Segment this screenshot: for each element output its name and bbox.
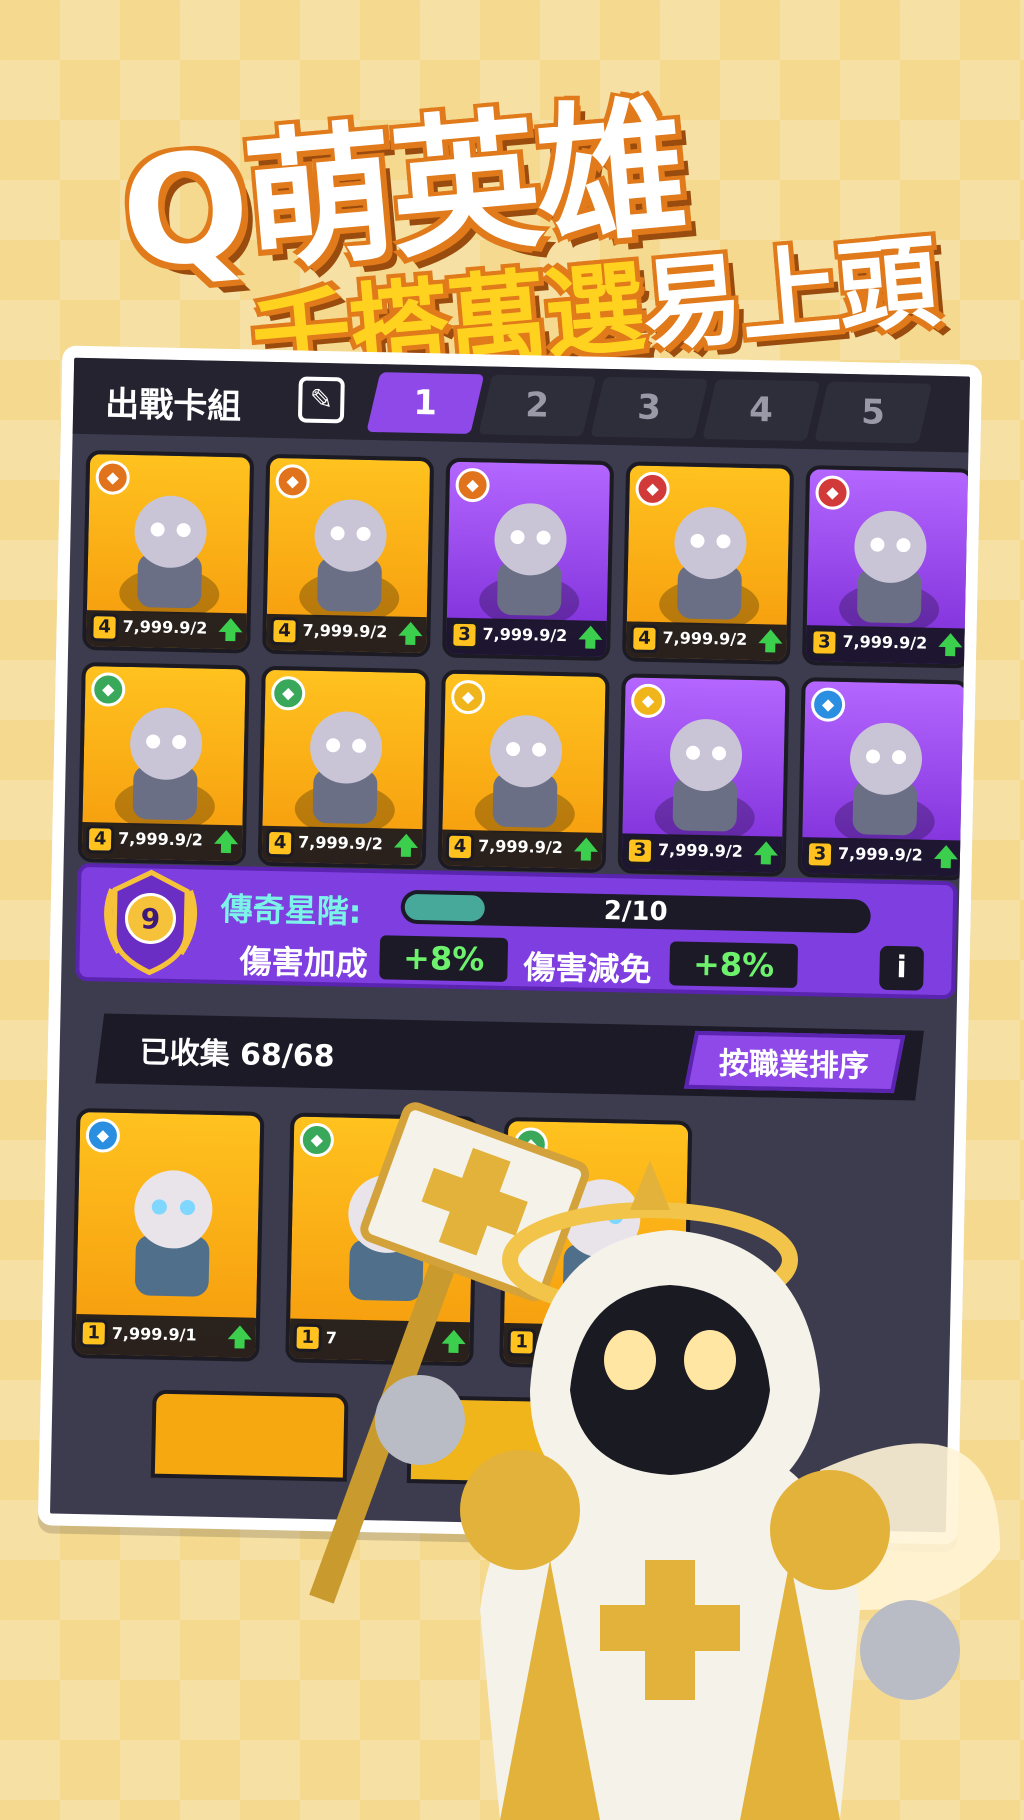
hero-level: 1 [79,1319,109,1348]
tab-deck-4[interactable]: 4 [702,379,821,442]
hero-card[interactable]: ◆ 4 7,999.9/2 [77,661,250,866]
legendary-star-panel: 9 傳奇星階: 2/10 傷害加成 +8% 傷害減免 +8% i [75,862,958,1000]
damage-bonus-value: +8% [379,935,509,982]
hero-card[interactable]: ◆ 4 7,999.9/2 [437,669,610,873]
paladin-mascot-image [309,1102,1000,1820]
upgrade-arrow-icon [227,1325,252,1340]
hero-level: 4 [265,828,295,858]
hero-level: 3 [810,628,839,657]
hero-portrait-image [294,711,395,831]
hero-shard-count: 7,999.9/2 [657,840,744,861]
upgrade-arrow-icon [214,829,239,845]
headline: Q萌英雄 千搭萬選易上頭 [0,40,1024,400]
hero-shard-count: 7,999.9/2 [477,836,564,858]
hero-level-bar: 4 7,999.9/2 [441,829,603,869]
hero-portrait-image [474,715,575,835]
upgrade-arrow-icon [218,617,243,633]
damage-reduction-value: +8% [669,941,799,989]
hero-card[interactable]: ◆ 4 7,999.9/2 [257,665,430,870]
deck-tabs: 1 2 3 4 5 [366,372,933,444]
hero-card[interactable]: ◆ 3 7,999.9/2 [801,465,975,669]
upgrade-arrow-icon [933,844,959,860]
hero-portrait-image [479,503,580,623]
upgrade-arrow-icon [394,833,419,849]
hero-level-bar: 4 7,999.9/2 [266,613,427,654]
damage-bonus-label: 傷害加成 [239,942,368,984]
hero-shard-count: 7,999.9/2 [837,843,923,865]
upgrade-arrow-icon [573,837,599,852]
hero-level-bar: 3 7,999.9/2 [806,625,967,665]
hero-shard-count: 7,999.9/2 [117,828,204,850]
svg-text:9: 9 [140,902,160,935]
hero-card[interactable]: ◆ 4 7,999.9/2 [82,450,255,654]
sort-by-class-button[interactable]: 按職業排序 [683,1030,906,1094]
hero-level: 4 [85,825,115,854]
mage-icon: ◆ [85,1118,121,1153]
hero-shard-count: 7,999.9/2 [842,631,928,653]
upgrade-arrow-icon [938,632,963,648]
deck-header: 出戰卡組 ✎ 1 2 3 4 5 [72,357,971,453]
deck-hero-grid: ◆ 4 7,999.9/2 ◆ 4 7,999.9/2 ◆ 3 7,999.9/2 ◆ 4 7,999… [77,450,975,881]
hero-shard-count: 7,999.9/2 [122,616,208,638]
hero-level-bar: 4 7,999.9/2 [261,825,423,866]
hero-card[interactable]: ◆ 4 7,999.9/2 [621,461,795,665]
hero-portrait-image [134,1170,213,1297]
hero-level-bar: 3 7,999.9/2 [801,837,963,877]
hero-shard-count: 7,999.9/2 [297,832,384,854]
hero-portrait-image [654,719,755,839]
hero-level-bar: 4 7,999.9/2 [86,610,247,650]
hero-level-bar: 1 7,999.9/1 [75,1313,257,1358]
upgrade-arrow-icon [758,629,783,644]
upgrade-arrow-icon [578,625,603,640]
tab-deck-5[interactable]: 5 [814,381,933,444]
info-button[interactable]: i [879,945,925,991]
hero-level: 3 [450,620,479,650]
hero-level: 4 [90,613,119,642]
tab-deck-3[interactable]: 3 [590,376,709,439]
legendary-title: 傳奇星階: [220,889,362,931]
hero-portrait-image [834,722,935,843]
hero-card[interactable]: ◆ 3 7,999.9/2 [442,457,615,662]
deck-label: 出戰卡組 [104,384,242,428]
hero-portrait-image [659,507,760,627]
hero-level-bar: 4 7,999.9/2 [626,621,787,661]
tab-deck-1[interactable]: 1 [366,372,485,435]
collection-count: 已收集 68/68 [139,1035,335,1075]
hero-card[interactable]: ◆ 4 7,999.9/2 [262,453,435,658]
hero-level: 3 [625,836,655,865]
hero-portrait-image [839,510,940,631]
hero-card[interactable]: ◆ 3 7,999.9/2 [617,673,790,877]
legend-medal-icon: 9 [104,869,198,976]
hero-level: 4 [630,624,659,654]
edit-icon[interactable]: ✎ [297,376,345,424]
hero-level-bar: 4 7,999.9/2 [81,822,243,862]
upgrade-arrow-icon [398,621,423,637]
hero-level: 4 [445,832,475,862]
hero-level: 3 [805,840,835,869]
hero-level: 4 [270,616,299,646]
legendary-progress: 2/10 [400,889,872,934]
hero-portrait-image [119,495,220,616]
hero-shard-count: 7,999.9/1 [111,1323,197,1345]
hero-card[interactable]: ◆ 3 7,999.9/2 [797,677,970,881]
hero-portrait-image [114,707,215,827]
hero-shard-count: 7,999.9/2 [662,628,748,649]
hero-shard-count: 7,999.9/2 [302,620,388,642]
hero-level-bar: 3 7,999.9/2 [446,617,607,657]
damage-reduction-label: 傷害減免 [523,948,652,989]
tab-deck-2[interactable]: 2 [478,374,597,437]
hero-shard-count: 7,999.9/2 [482,624,568,646]
headline-line-2-white: 易上頭 [637,223,941,366]
upgrade-arrow-icon [753,841,779,856]
hero-card[interactable]: ◆ 1 7,999.9/1 [71,1107,265,1362]
hero-portrait-image [299,499,400,619]
hero-level-bar: 3 7,999.9/2 [621,833,783,873]
